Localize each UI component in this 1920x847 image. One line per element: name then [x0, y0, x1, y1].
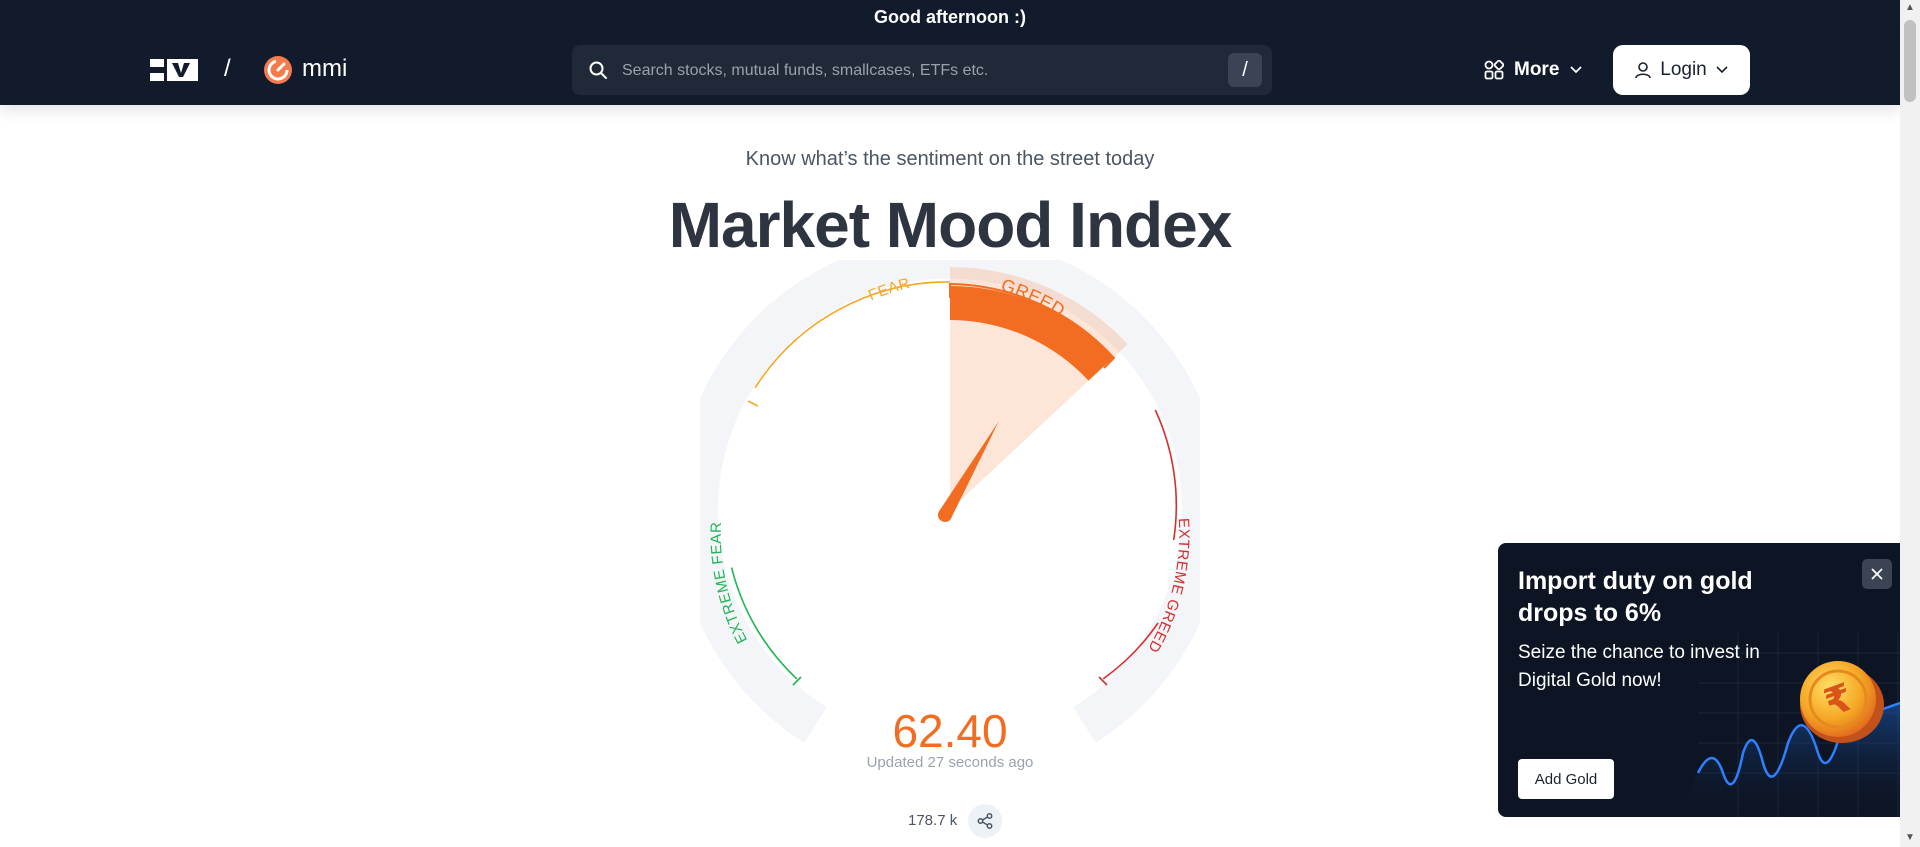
- close-icon: [1871, 568, 1883, 580]
- scroll-up-arrow-icon[interactable]: ▲: [1904, 2, 1916, 14]
- more-menu-button[interactable]: More: [1484, 53, 1583, 87]
- scrollbar-thumb[interactable]: [1904, 20, 1916, 102]
- share-icon: [977, 813, 993, 829]
- login-button[interactable]: Login: [1613, 45, 1750, 95]
- promo-close-button[interactable]: [1862, 559, 1892, 589]
- gold-promo-card: ₹ Import duty on gold drops to 6% Seize …: [1498, 543, 1900, 817]
- user-icon: [1635, 62, 1652, 79]
- chevron-down-icon: [1716, 66, 1728, 74]
- chevron-down-icon: [1570, 66, 1583, 74]
- add-gold-button[interactable]: Add Gold: [1518, 759, 1614, 799]
- page-title: Market Mood Index: [668, 189, 1233, 261]
- view-count: 178.7 k: [908, 812, 958, 829]
- search-shortcut-key: /: [1228, 53, 1262, 87]
- top-navbar: / mmi / More Login: [0, 35, 1900, 105]
- mmi-gauge-icon[interactable]: [263, 55, 293, 85]
- search-icon: [589, 61, 607, 79]
- promo-title: Import duty on gold drops to 6%: [1518, 567, 1753, 627]
- page-subtitle: Know what’s the sentiment on the street …: [745, 148, 1155, 170]
- greeting-text: Good afternoon :): [874, 7, 1026, 27]
- promo-subtitle: Seize the chance to invest in Digital Go…: [1518, 642, 1760, 691]
- market-mood-gauge: EXTREME FEAR FEAR GREED EXTREME GREED: [700, 260, 1200, 743]
- search-input[interactable]: [620, 55, 1184, 87]
- search-bar[interactable]: /: [572, 45, 1272, 95]
- breadcrumb-separator: /: [224, 55, 231, 82]
- login-label: Login: [1660, 59, 1707, 80]
- brand-name[interactable]: mmi: [302, 55, 347, 83]
- share-button[interactable]: [968, 804, 1002, 838]
- tickertape-logo[interactable]: [150, 59, 198, 81]
- page-scrollbar[interactable]: ▲ ▼: [1900, 0, 1920, 847]
- scroll-down-arrow-icon[interactable]: ▼: [1904, 832, 1916, 844]
- greeting-banner: Good afternoon :): [0, 0, 1900, 36]
- zone-tick: [747, 400, 759, 407]
- more-label: More: [1514, 59, 1560, 80]
- apps-icon: [1484, 60, 1504, 80]
